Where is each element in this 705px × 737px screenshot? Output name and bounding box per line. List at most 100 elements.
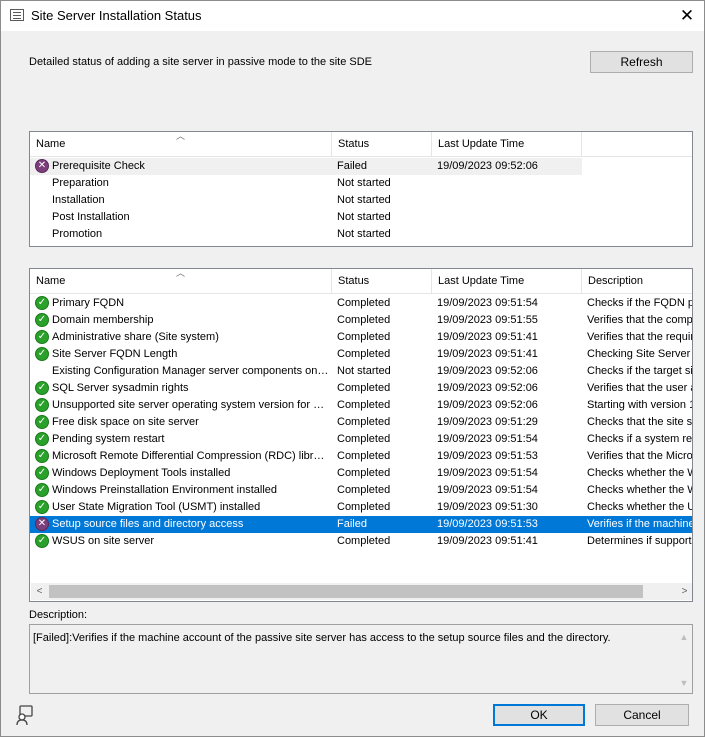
- table-row[interactable]: ✓ SQL Server sysadmin rights Completed 19/0…: [30, 380, 692, 397]
- completed-icon: ✓: [35, 398, 49, 412]
- table-row[interactable]: ✓ Microsoft Remote Differential Compressi…: [30, 448, 692, 465]
- table-row[interactable]: ✓ Domain membership Completed 19/09/2023 09…: [30, 312, 692, 329]
- sort-ascending-icon: ︿: [176, 268, 186, 278]
- completed-icon: ✓: [35, 483, 49, 497]
- row-last-update: 19/09/2023 09:51:54: [437, 484, 538, 496]
- row-last-update: [437, 226, 581, 243]
- horizontal-scrollbar[interactable]: < >: [31, 583, 692, 600]
- completed-icon: ✓: [35, 347, 49, 361]
- table-row[interactable]: ✓ WSUS on site server Completed 19/09/2023 …: [30, 533, 692, 550]
- row-last-update: 19/09/2023 09:52:06: [437, 382, 538, 394]
- column-header-description[interactable]: Description: [582, 269, 692, 294]
- row-name: Primary FQDN: [52, 297, 125, 309]
- row-status: Completed: [337, 331, 391, 343]
- table-row[interactable]: ✓ Site Server FQDN Length Completed 19/09/2…: [30, 346, 692, 363]
- table-row[interactable]: ✓ Primary FQDN Completed 19/09/2023 09:51:5…: [30, 295, 692, 312]
- row-status: Completed: [337, 399, 391, 411]
- row-name: Windows Preinstallation Environment inst…: [52, 484, 277, 496]
- table-row[interactable]: Existing Configuration Manager server co…: [30, 363, 692, 380]
- row-name: Promotion: [52, 228, 103, 240]
- row-description: Starting with version 1: [587, 399, 692, 411]
- scroll-left-icon[interactable]: <: [31, 583, 48, 600]
- cancel-button[interactable]: Cancel: [595, 704, 689, 726]
- row-description: Checking Site Server F: [587, 348, 692, 360]
- scrollbar-thumb[interactable]: [49, 585, 643, 598]
- row-status: Completed: [337, 348, 391, 360]
- row-last-update: 19/09/2023 09:51:54: [437, 467, 538, 479]
- row-status: Completed: [337, 433, 391, 445]
- row-description: Checks if the target sit: [587, 365, 692, 377]
- row-status: Failed: [337, 518, 367, 530]
- refresh-button[interactable]: Refresh: [590, 51, 693, 73]
- row-name: Setup source files and directory access: [52, 518, 244, 530]
- table-row[interactable]: ✓ Administrative share (Site system) Compl…: [30, 329, 692, 346]
- row-last-update: 19/09/2023 09:51:54: [437, 297, 538, 309]
- row-name: Existing Configuration Manager server co…: [52, 365, 330, 377]
- row-description: Verifies that the user a: [587, 382, 692, 394]
- row-last-update: 19/09/2023 09:52:06: [437, 160, 538, 172]
- table-row[interactable]: Preparation Not started: [30, 175, 692, 192]
- completed-icon: ✓: [35, 415, 49, 429]
- row-description: Checks whether the U: [587, 501, 692, 513]
- row-last-update: 19/09/2023 09:51:54: [437, 433, 538, 445]
- row-status: Not started: [337, 194, 391, 206]
- row-name: Domain membership: [52, 314, 154, 326]
- dialog-app-icon: [10, 9, 24, 21]
- row-status: Not started: [337, 177, 391, 189]
- table-row[interactable]: Post Installation Not started: [30, 209, 692, 226]
- row-status: Completed: [337, 501, 391, 513]
- column-header-last-update[interactable]: Last Update Time: [432, 269, 582, 294]
- row-last-update: [437, 175, 581, 192]
- checks-list-header: Name ︿ Status Last Update Time Descripti…: [30, 269, 692, 294]
- connect-user-icon[interactable]: [14, 704, 36, 726]
- table-row[interactable]: Installation Not started: [30, 192, 692, 209]
- row-name: Unsupported site server operating system…: [52, 399, 330, 411]
- table-row[interactable]: ✓ Unsupported site server operating syste…: [30, 397, 692, 414]
- row-last-update: 19/09/2023 09:51:53: [437, 518, 538, 530]
- ok-button[interactable]: OK: [493, 704, 585, 726]
- prerequisite-checks-list[interactable]: Name ︿ Status Last Update Time Descripti…: [29, 268, 693, 602]
- row-name: SQL Server sysadmin rights: [52, 382, 189, 394]
- row-last-update: 19/09/2023 09:51:53: [437, 450, 538, 462]
- completed-icon: ✓: [35, 313, 49, 327]
- completed-icon: ✓: [35, 449, 49, 463]
- row-name: Free disk space on site server: [52, 416, 199, 428]
- row-last-update: 19/09/2023 09:52:06: [437, 365, 538, 377]
- table-row[interactable]: Promotion Not started: [30, 226, 692, 243]
- column-header-status[interactable]: Status: [332, 269, 432, 294]
- scroll-up-icon[interactable]: ▲: [676, 629, 692, 645]
- table-row[interactable]: ✕ Prerequisite Check Failed 19/09/2023 09:5…: [30, 158, 582, 175]
- row-name: Preparation: [52, 177, 109, 189]
- row-description: Verifies that the require: [587, 331, 692, 343]
- close-button[interactable]: ✕: [669, 1, 705, 31]
- column-header-status[interactable]: Status: [332, 132, 432, 157]
- row-status: Not started: [337, 228, 391, 240]
- row-status: Completed: [337, 450, 391, 462]
- table-row[interactable]: ✓ Pending system restart Completed 19/09/20…: [30, 431, 692, 448]
- row-name: Pending system restart: [52, 433, 165, 445]
- stages-list[interactable]: Name ︿ Status Last Update Time ✕ Prerequi…: [29, 131, 693, 247]
- column-header-last-update[interactable]: Last Update Time: [432, 132, 582, 157]
- row-name: Windows Deployment Tools installed: [52, 467, 231, 479]
- description-textbox[interactable]: [Failed]:Verifies if the machine account…: [29, 624, 693, 694]
- scroll-down-icon[interactable]: ▼: [676, 675, 692, 691]
- table-row[interactable]: ✓ Free disk space on site server Completed…: [30, 414, 692, 431]
- table-row[interactable]: ✓ Windows Preinstallation Environment ins…: [30, 482, 692, 499]
- title-bar: Site Server Installation Status ✕: [1, 1, 704, 31]
- row-description: Checks whether the W: [587, 467, 692, 479]
- row-status: Completed: [337, 314, 391, 326]
- row-description: Verifies if the machine: [587, 518, 692, 530]
- sort-ascending-icon: ︿: [176, 131, 186, 141]
- completed-icon: ✓: [35, 432, 49, 446]
- completed-icon: ✓: [35, 534, 49, 548]
- description-text: [Failed]:Verifies if the machine account…: [33, 632, 611, 644]
- row-last-update: 19/09/2023 09:52:06: [437, 399, 538, 411]
- row-last-update: 19/09/2023 09:51:29: [437, 416, 538, 428]
- row-name: WSUS on site server: [52, 535, 155, 547]
- table-row[interactable]: ✓ User State Migration Tool (USMT) instal…: [30, 499, 692, 516]
- scroll-right-icon[interactable]: >: [676, 583, 692, 600]
- completed-icon: ✓: [35, 381, 49, 395]
- table-row[interactable]: ✓ Windows Deployment Tools installed Compl…: [30, 465, 692, 482]
- table-row[interactable]: ✕ Setup source files and directory access…: [30, 516, 692, 533]
- row-name: Post Installation: [52, 211, 130, 223]
